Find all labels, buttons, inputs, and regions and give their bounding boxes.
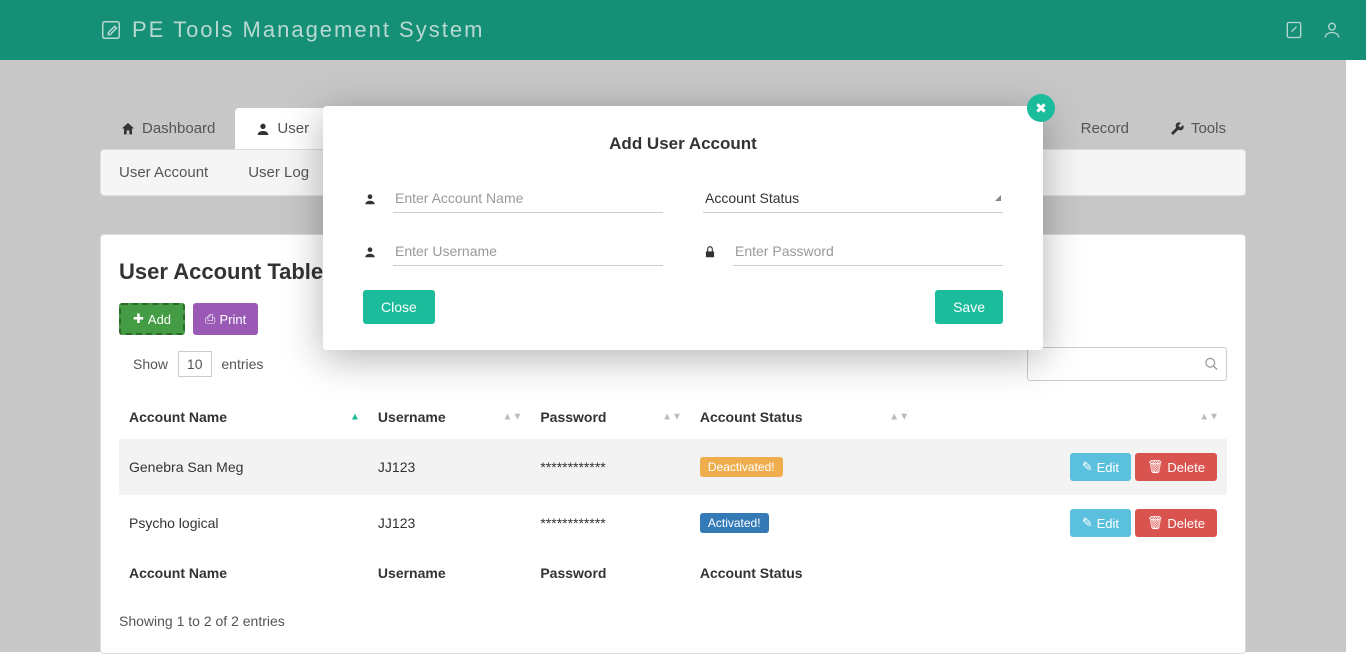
print-label: Print xyxy=(219,312,246,327)
edit-button[interactable]: ✎ Edit xyxy=(1070,509,1131,537)
tab-label: Tools xyxy=(1191,120,1226,137)
show-label: Show xyxy=(133,356,168,372)
sort-icon: ▲▼ xyxy=(503,412,523,423)
table-controls: Show 10 entries xyxy=(133,347,1227,381)
cell-actions: ✎ Edit 🗑 Delete xyxy=(917,439,1227,495)
account-name-input[interactable] xyxy=(393,184,663,213)
edit-square-icon xyxy=(100,19,122,41)
note-icon[interactable] xyxy=(1284,20,1304,40)
user-icon xyxy=(255,121,271,137)
add-label: Add xyxy=(148,312,171,327)
search-box xyxy=(1027,347,1227,381)
print-button[interactable]: ⎙ Print xyxy=(193,303,258,335)
tab-user[interactable]: User xyxy=(235,108,329,149)
cell-password: ************ xyxy=(530,439,690,495)
trash-icon: 🗑 xyxy=(1147,515,1164,531)
status-badge: Activated! xyxy=(700,513,769,533)
modal-title: Add User Account xyxy=(363,134,1003,154)
field-username xyxy=(363,237,663,266)
sort-icon: ▲▼ xyxy=(889,412,909,423)
password-input[interactable] xyxy=(733,237,1003,266)
cell-actions: ✎ Edit 🗑 Delete xyxy=(917,495,1227,551)
foot-username: Username xyxy=(368,551,530,595)
entries-select[interactable]: 10 xyxy=(178,351,212,377)
cell-username: JJ123 xyxy=(368,495,530,551)
subnav-user-log[interactable]: User Log xyxy=(248,164,309,181)
sort-icon: ▲▼ xyxy=(662,412,682,423)
modal-save-action[interactable]: Save xyxy=(935,290,1003,324)
sort-icon: ▲▼ xyxy=(1199,412,1219,423)
trash-icon: 🗑 xyxy=(1147,459,1164,475)
pencil-icon: ✎ xyxy=(1082,515,1093,531)
cell-username: JJ123 xyxy=(368,439,530,495)
col-password[interactable]: Password ▲▼ xyxy=(530,395,690,439)
modal-close-action[interactable]: Close xyxy=(363,290,435,324)
delete-button[interactable]: 🗑 Delete xyxy=(1135,453,1217,481)
modal-close-button[interactable]: ✖ xyxy=(1027,94,1055,122)
cell-name: Psycho logical xyxy=(119,495,368,551)
add-user-modal: ✖ Add User Account Account Status Close … xyxy=(323,106,1043,350)
field-account-name xyxy=(363,184,663,213)
col-label: Account Name xyxy=(129,409,227,425)
status-label: Account Status xyxy=(705,190,799,206)
foot-password: Password xyxy=(530,551,690,595)
entries-label: entries xyxy=(221,356,263,372)
tab-label: Dashboard xyxy=(142,120,215,137)
home-icon xyxy=(120,121,136,137)
foot-actions xyxy=(917,551,1227,595)
status-badge: Deactivated! xyxy=(700,457,783,477)
print-icon: ⎙ xyxy=(205,311,215,327)
search-input[interactable] xyxy=(1027,347,1227,381)
dropdown-caret-icon xyxy=(995,195,1001,201)
foot-status: Account Status xyxy=(690,551,917,595)
delete-button[interactable]: 🗑 Delete xyxy=(1135,509,1217,537)
user-icon xyxy=(363,192,379,206)
col-label: Password xyxy=(540,409,606,425)
search-icon xyxy=(1204,357,1219,372)
status-select[interactable]: Account Status xyxy=(703,184,1003,213)
tab-label: Record xyxy=(1081,120,1129,137)
col-label: Account Status xyxy=(700,409,803,425)
entries-control: Show 10 entries xyxy=(133,356,263,372)
tab-tools[interactable]: Tools xyxy=(1149,108,1246,149)
col-status[interactable]: Account Status ▲▼ xyxy=(690,395,917,439)
col-account-name[interactable]: Account Name ▲ xyxy=(119,395,368,439)
user-menu-icon[interactable] xyxy=(1322,20,1342,40)
table-row: Genebra San MegJJ123************ Deactiva… xyxy=(119,439,1227,495)
showing-text: Showing 1 to 2 of 2 entries xyxy=(119,613,1227,629)
foot-account-name: Account Name xyxy=(119,551,368,595)
edit-button[interactable]: ✎ Edit xyxy=(1070,453,1131,481)
pencil-icon: ✎ xyxy=(1082,459,1093,475)
tab-dashboard[interactable]: Dashboard xyxy=(100,108,235,149)
lock-icon xyxy=(703,245,719,259)
app-header: PE Tools Management System xyxy=(0,0,1366,60)
tab-record[interactable]: Record xyxy=(1061,108,1149,149)
col-actions: ▲▼ xyxy=(917,395,1227,439)
plus-icon: ✚ xyxy=(133,311,144,327)
tab-label: User xyxy=(277,120,309,137)
cell-name: Genebra San Meg xyxy=(119,439,368,495)
add-button[interactable]: ✚ Add xyxy=(119,303,185,335)
wrench-icon xyxy=(1169,121,1185,137)
close-icon: ✖ xyxy=(1035,100,1047,117)
user-icon xyxy=(363,245,379,259)
cell-status: Deactivated! xyxy=(690,439,917,495)
accounts-table: Account Name ▲ Username ▲▼ Password ▲▼ Acco… xyxy=(119,395,1227,595)
field-password xyxy=(703,237,1003,266)
col-username[interactable]: Username ▲▼ xyxy=(368,395,530,439)
cell-password: ************ xyxy=(530,495,690,551)
col-label: Username xyxy=(378,409,446,425)
app-title: PE Tools Management System xyxy=(132,17,484,43)
field-status: Account Status xyxy=(703,184,1003,213)
cell-status: Activated! xyxy=(690,495,917,551)
table-row: Psycho logicalJJ123************ Activated… xyxy=(119,495,1227,551)
subnav-user-account[interactable]: User Account xyxy=(119,164,208,181)
username-input[interactable] xyxy=(393,237,663,266)
sort-asc-icon: ▲ xyxy=(350,412,360,423)
